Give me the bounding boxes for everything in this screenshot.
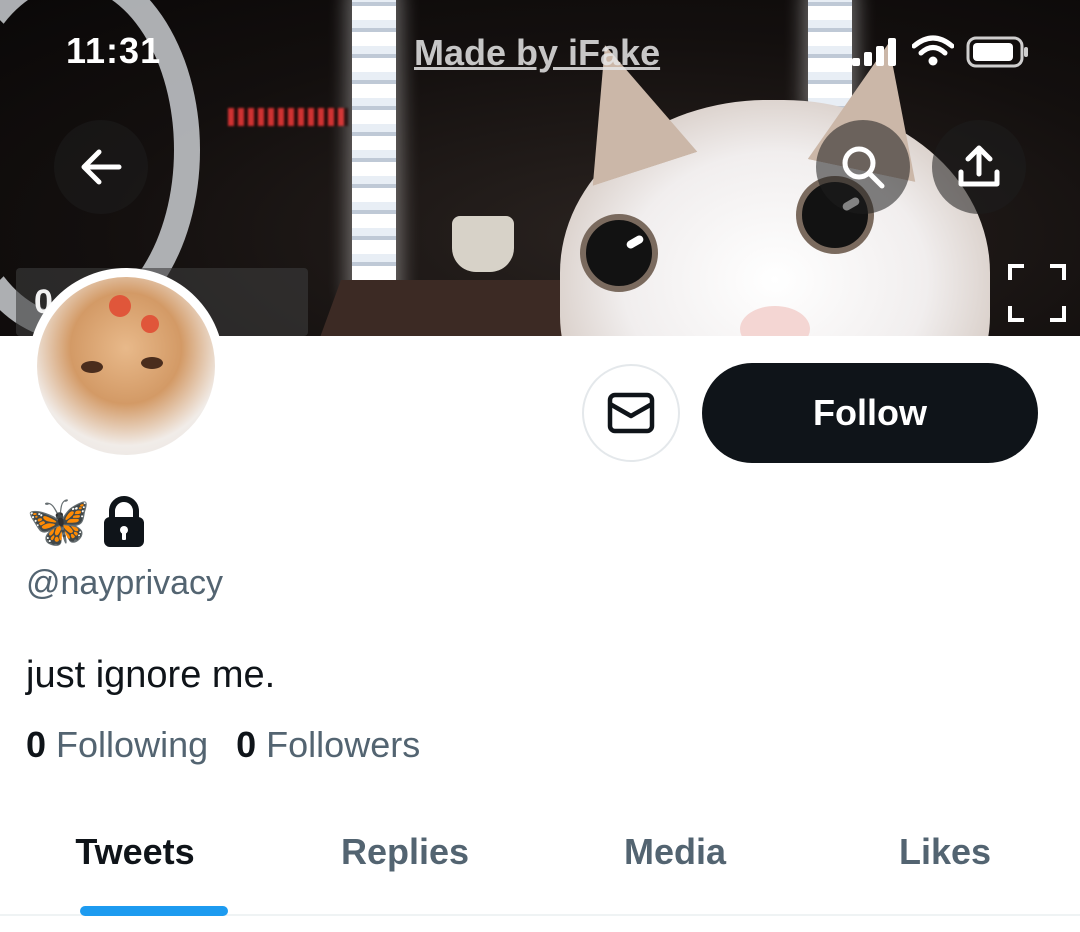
profile-tabs: Tweets Replies Media Likes [0,800,1080,916]
cat-eye-left [580,214,658,292]
avatar-eye-left [81,361,103,373]
following-link[interactable]: 0 Following [26,724,208,766]
share-button[interactable] [932,120,1026,214]
lock-icon [103,496,144,547]
tab-tweets[interactable]: Tweets [0,800,270,914]
tab-media[interactable]: Media [540,800,810,914]
expand-icon [1008,264,1066,322]
watermark-text: Made by iFake [414,32,661,73]
anger-mark-icon [109,295,131,317]
share-icon [958,145,1000,187]
search-icon [842,146,885,189]
active-tab-indicator [80,906,228,916]
followers-link[interactable]: 0 Followers [236,724,420,766]
search-button[interactable] [816,120,910,214]
tab-likes[interactable]: Likes [810,800,1080,914]
username-handle: @nayprivacy [26,564,224,602]
wifi-icon [912,35,954,66]
avatar-eye-right [141,357,163,369]
display-name: 🦋 [26,494,147,550]
avatar[interactable] [28,268,224,464]
followers-count: 0 [236,724,257,765]
tab-replies[interactable]: Replies [270,800,540,914]
banner-flowerpot [452,216,514,272]
battery-icon [966,36,1028,68]
follow-stats: 0 Following 0 Followers [26,724,420,766]
profile-bio: just ignore me. [26,654,276,696]
banner-pillar-left [352,0,396,310]
banner-lights [228,108,348,126]
envelope-icon [607,392,655,434]
following-count: 0 [26,724,47,765]
signal-icon [852,36,902,66]
arrow-left-icon [81,149,122,185]
butterfly-icon: 🦋 [26,493,91,551]
status-time: 11:31 [66,30,162,71]
anger-mark-icon [141,315,159,333]
cat-nose [740,306,810,336]
message-button[interactable] [582,364,680,462]
following-label: Following [56,724,209,765]
banner-cat [560,100,990,336]
back-button[interactable] [54,120,148,214]
follow-button[interactable]: Follow [702,363,1038,463]
followers-label: Followers [266,724,421,765]
avatar-image [37,277,215,455]
